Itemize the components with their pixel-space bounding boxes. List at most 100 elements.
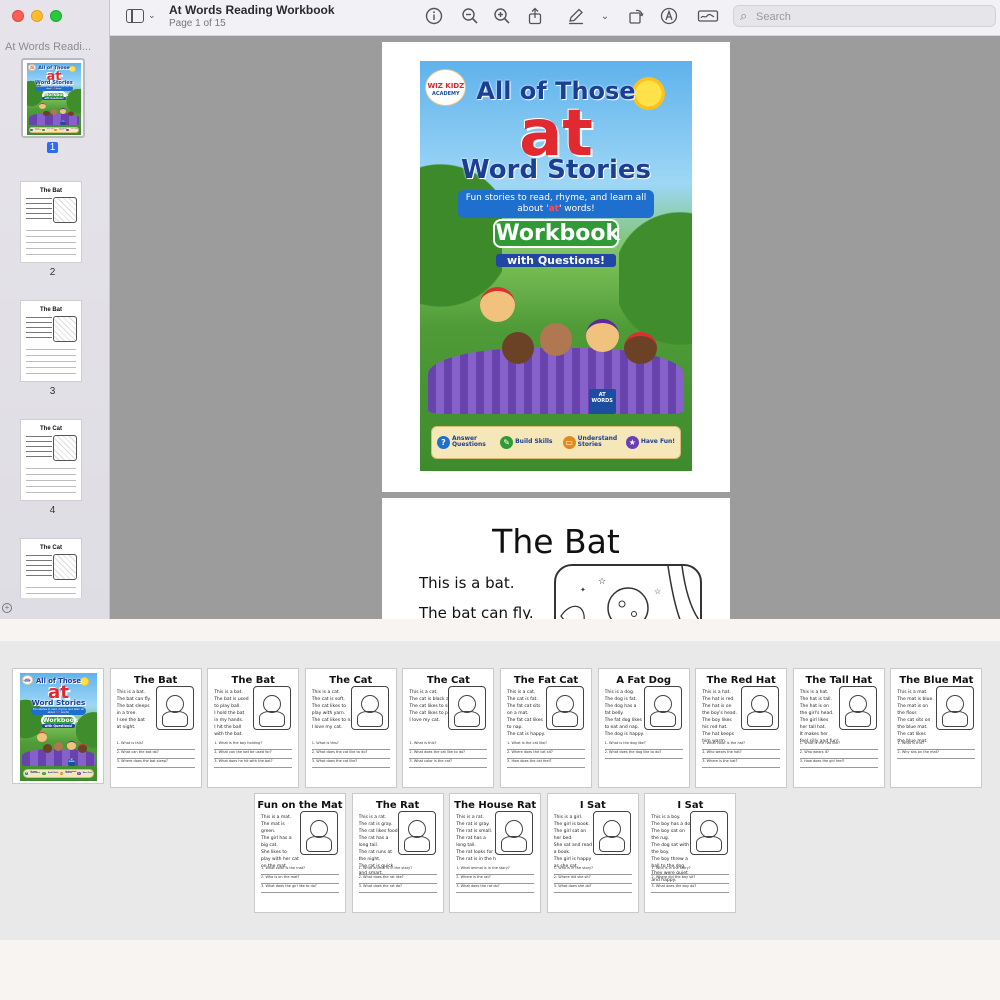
markup-chevron-icon[interactable]: ⌄ [595, 7, 615, 27]
cover-questions-label: with Questions! [42, 96, 66, 100]
grid-page[interactable]: The Blue Mat This is a mat. The mat is blu… [890, 668, 983, 788]
question-text: 1. What animal is in the story? [358, 866, 413, 870]
answer-line [651, 892, 730, 893]
close-button[interactable] [12, 10, 24, 22]
signature-icon[interactable] [696, 7, 720, 27]
page-thumbnail[interactable]: The Cat 4 [0, 419, 110, 516]
thumbnail-frame[interactable]: The Cat [20, 538, 82, 598]
thumbnail-frame[interactable]: The Cat [20, 419, 82, 501]
grid-page[interactable]: The Cat This is a cat. The cat is black an… [402, 668, 495, 788]
page-thumbnail[interactable]: The Bat 2 [0, 181, 110, 278]
grid-page[interactable]: The Fat Cat This is a cat. The cat is fat.… [500, 668, 592, 788]
story-line: The boy threw a [651, 857, 688, 862]
text-line [26, 560, 52, 561]
grid-page[interactable]: I Sat This is a girl. The girl is book. The… [546, 793, 639, 913]
story-line: a book. [553, 850, 571, 855]
question-text: 2. What can the bat be used for? [214, 750, 272, 754]
page-thumbnail[interactable]: WIZ KIDZ ACADEMY All of Those at Word Storie… [0, 58, 110, 153]
grid-page[interactable]: The Red Hat This is a hat. The hat is red.… [695, 668, 788, 788]
grid-page[interactable]: WIZ KIDZ ACADEMY All of Those at Word Storie… [12, 668, 104, 784]
markup-icon[interactable] [566, 7, 586, 27]
story-line: to eat and nap. [604, 725, 640, 730]
story-line: The hat is red. [702, 697, 735, 702]
thumbnail-answer-lines [26, 468, 76, 498]
thumbnail-frame[interactable]: The Bat [20, 300, 82, 382]
zoom-in-icon[interactable] [492, 7, 512, 27]
answer-line [702, 767, 781, 768]
story-line: The dog is happy. [604, 732, 645, 737]
page-1[interactable]: WIZ KIDZ ACADEMY All of Those at Word Storie… [382, 42, 730, 492]
info-icon[interactable] [424, 7, 444, 27]
story-line: the boy's head. [702, 711, 737, 716]
page-thumbnail[interactable]: The Cat [0, 538, 110, 598]
illustration-body [598, 836, 625, 852]
feature-icon: ? [30, 128, 33, 132]
illustration-body [454, 711, 481, 727]
thumbnail-frame[interactable]: The Bat [20, 181, 82, 263]
chevron-down-icon[interactable]: ⌄ [148, 10, 156, 21]
sidebar-toggle-icon[interactable] [126, 9, 144, 23]
document-view[interactable]: WIZ KIDZ ACADEMY All of Those at Word Storie… [110, 36, 1000, 619]
question-text: 3. What does he hit with the bat? [214, 759, 273, 763]
thumbnail-frame[interactable]: WIZ KIDZ ACADEMY All of Those at Word Storie… [21, 58, 85, 138]
share-icon[interactable] [525, 7, 545, 27]
search-input[interactable] [756, 9, 986, 24]
text-line [26, 555, 52, 556]
grid-page-title: Fun on the Mat [257, 800, 343, 811]
grid-page-footer: · [397, 905, 399, 909]
grid-page[interactable]: A Fat Dog This is a dog. The dog is fat. Th… [597, 668, 690, 788]
story-line: This is a hat. [702, 690, 731, 695]
illustration-body [356, 711, 383, 727]
story-line: The dog sat with [651, 843, 689, 848]
story-line: The dog has a [604, 704, 637, 709]
answer-line [26, 593, 76, 594]
story-line: The cat sits on [897, 718, 931, 723]
grid-page[interactable]: Fun on the Mat This is a mat. The mat is gr… [254, 793, 346, 913]
answer-line [26, 587, 76, 588]
question-text: 1. Who is in the story? [651, 866, 691, 870]
answer-line [26, 355, 76, 356]
ribbon-highlight: at [56, 710, 60, 714]
thumbnail-list[interactable]: WIZ KIDZ ACADEMY All of Those at Word Storie… [0, 58, 110, 598]
highlight-icon[interactable] [659, 7, 679, 27]
grid-page-questions: 1. What is the dog like? 2. What does the… [604, 741, 683, 759]
story-line: This is a bat. [419, 574, 515, 592]
answer-line [358, 892, 437, 893]
search-field[interactable]: ⌕ [733, 5, 996, 27]
minimize-button[interactable] [31, 10, 43, 22]
grid-page[interactable]: The Cat This is a cat. The cat is soft. The… [304, 668, 397, 788]
grid-page-story: This is a cat. The cat is soft. The cat li… [312, 689, 352, 731]
grid-page[interactable]: The Tall Hat This is a hat. The hat is tal… [792, 668, 885, 788]
question-text: 1. Who is in the story? [553, 866, 593, 870]
zoom-out-icon[interactable] [460, 7, 480, 27]
rotate-icon[interactable] [626, 7, 646, 27]
story-line: The cat likes to sit. [409, 704, 450, 709]
story-line: This is a bat. [116, 690, 146, 695]
cover-questions-label: with Questions! [496, 253, 616, 267]
page-2[interactable]: The Bat This is a bat. The bat can fly. … [382, 498, 730, 619]
grid-page[interactable]: The Rat This is a rat. The rat is gray. The… [351, 793, 444, 913]
grid-page-footer: · [935, 780, 937, 784]
answer-line [261, 892, 339, 893]
grid-page-illustration [643, 686, 682, 730]
grid-page[interactable]: I Sat This is a boy. The boy has a dog. The… [644, 793, 737, 913]
text-line [26, 198, 52, 199]
grid-page[interactable]: The Bat This is a bat. The bat is used to p… [207, 668, 300, 788]
child-figure [624, 331, 657, 365]
feature-icon: ✎ [42, 771, 46, 776]
answer-line [26, 492, 76, 493]
grid-page-illustration [936, 686, 975, 730]
text-line [26, 327, 52, 328]
question-text: 1. What is this? [409, 741, 437, 745]
zoom-button[interactable] [50, 10, 62, 22]
grid-page[interactable]: The Bat This is a bat. The bat can fly. The… [109, 668, 202, 788]
grid-page[interactable]: The House Rat This is a rat. The rat is gr… [449, 793, 542, 913]
feature-item: ✎ Build Skills [42, 771, 58, 776]
add-icon[interactable]: + [2, 603, 12, 613]
story-line: The rat is gray. [358, 822, 393, 827]
page-thumbnail[interactable]: The Bat 3 [0, 300, 110, 397]
feature-item: ▭ Understand Stories [59, 771, 76, 776]
grid-page-title: The Cat [329, 675, 373, 686]
thumbnail-answer-lines [26, 230, 76, 260]
thumbnail-text-lines [26, 198, 52, 223]
